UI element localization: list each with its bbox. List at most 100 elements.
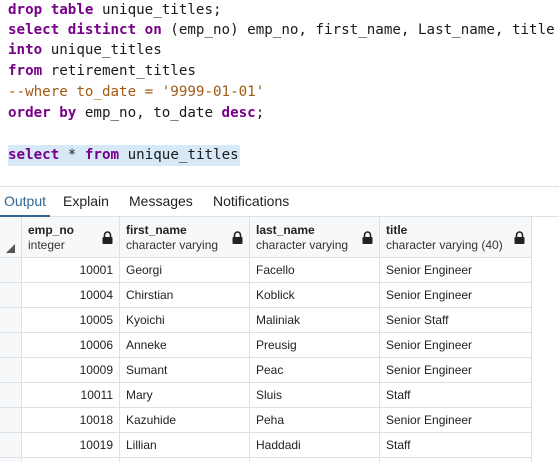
- sql-text: unique_titles: [127, 147, 239, 163]
- sql-text: retirement_titles: [50, 63, 196, 79]
- results-tab-bar: Output Explain Messages Notifications: [0, 186, 559, 217]
- cell-first-name[interactable]: Lillian: [120, 433, 250, 458]
- cell-first-name[interactable]: [120, 458, 250, 462]
- code-line: --where to_date = '9999-01-01': [8, 82, 264, 103]
- cell-title[interactable]: Senior Engineer: [380, 358, 532, 383]
- cell-last-name[interactable]: Peha: [250, 408, 380, 433]
- tab-messages[interactable]: Messages: [129, 187, 193, 217]
- sql-keyword: into: [8, 42, 51, 58]
- column-name: first_name: [126, 223, 187, 237]
- table-row[interactable]: 10018 Kazuhide Peha Senior Engineer: [0, 408, 532, 433]
- column-name: title: [386, 223, 408, 237]
- cell-first-name[interactable]: Mary: [120, 383, 250, 408]
- column-header-first-name[interactable]: first_name character varying: [120, 217, 250, 258]
- cell-last-name[interactable]: Facello: [250, 258, 380, 283]
- table-row[interactable]: 10009 Sumant Peac Senior Engineer: [0, 358, 532, 383]
- cell-first-name[interactable]: Sumant: [120, 358, 250, 383]
- tab-explain[interactable]: Explain: [63, 187, 109, 217]
- cell-title[interactable]: Senior Engineer: [380, 408, 532, 433]
- cell-emp-no[interactable]: 10018: [22, 408, 120, 433]
- code-line: drop table unique_titles;: [8, 0, 222, 21]
- sql-keyword: drop table: [8, 2, 102, 18]
- sql-text: unique_titles;: [101, 2, 222, 18]
- sql-text: *: [67, 147, 85, 163]
- selected-code-line: select * from unique_titles: [8, 145, 240, 166]
- column-name: last_name: [256, 223, 315, 237]
- cell-emp-no[interactable]: [22, 458, 120, 462]
- cell-last-name[interactable]: Haddadi: [250, 433, 380, 458]
- row-header[interactable]: [0, 308, 22, 333]
- column-type: character varying: [126, 238, 219, 252]
- table-row[interactable]: 10006 Anneke Preusig Senior Engineer: [0, 333, 532, 358]
- sql-editor[interactable]: drop table unique_titles; select distinct…: [0, 0, 559, 186]
- sql-text: unique_titles: [50, 42, 162, 58]
- sql-keyword: from: [84, 147, 128, 163]
- cell-title[interactable]: Senior Staff: [380, 308, 532, 333]
- cell-emp-no[interactable]: 10001: [22, 258, 120, 283]
- row-header[interactable]: [0, 433, 22, 458]
- tab-notifications[interactable]: Notifications: [213, 187, 289, 217]
- sql-text: ;: [255, 105, 265, 121]
- sql-text: (emp_no) emp_no, first_name, Last_name, …: [161, 22, 555, 38]
- corner-triangle-icon: [6, 244, 15, 253]
- sql-comment: --where to_date = '9999-01-01': [8, 84, 265, 100]
- code-line: from retirement_titles: [8, 61, 196, 82]
- cell-last-name[interactable]: Preusig: [250, 333, 380, 358]
- column-type: integer: [28, 238, 65, 252]
- column-header-title[interactable]: title character varying (40): [380, 217, 532, 258]
- column-header-emp-no[interactable]: emp_no integer: [22, 217, 120, 258]
- column-type: character varying (40): [386, 238, 503, 252]
- table-row[interactable]: 10019 Lillian Haddadi Staff: [0, 433, 532, 458]
- table-row[interactable]: 10001 Georgi Facello Senior Engineer: [0, 258, 532, 283]
- cell-title[interactable]: Staff: [380, 383, 532, 408]
- cell-title[interactable]: Senior Engineer: [380, 258, 532, 283]
- sql-keyword: desc: [221, 105, 256, 121]
- cell-emp-no[interactable]: 10011: [22, 383, 120, 408]
- row-header[interactable]: [0, 283, 22, 308]
- code-line: into unique_titles: [8, 40, 162, 61]
- cell-emp-no[interactable]: 10019: [22, 433, 120, 458]
- row-header[interactable]: [0, 458, 22, 462]
- cell-first-name[interactable]: Anneke: [120, 333, 250, 358]
- sql-keyword: select distinct on: [8, 22, 162, 38]
- cell-emp-no[interactable]: 10006: [22, 333, 120, 358]
- column-name: emp_no: [28, 223, 75, 237]
- tab-output[interactable]: Output: [0, 187, 50, 217]
- lock-icon: [514, 231, 525, 244]
- cell-emp-no[interactable]: 10009: [22, 358, 120, 383]
- row-header[interactable]: [0, 408, 22, 433]
- column-type: character varying: [256, 238, 349, 252]
- row-header[interactable]: [0, 333, 22, 358]
- cell-emp-no[interactable]: 10004: [22, 283, 120, 308]
- table-row[interactable]: [0, 458, 532, 462]
- row-header[interactable]: [0, 258, 22, 283]
- select-all-corner[interactable]: [0, 217, 22, 258]
- cell-first-name[interactable]: Kazuhide: [120, 408, 250, 433]
- lock-icon: [362, 231, 373, 244]
- cell-last-name[interactable]: Koblick: [250, 283, 380, 308]
- table-row[interactable]: 10011 Mary Sluis Staff: [0, 383, 532, 408]
- sql-keyword: order by: [8, 105, 85, 121]
- row-header[interactable]: [0, 383, 22, 408]
- cell-last-name[interactable]: [250, 458, 380, 462]
- cell-title[interactable]: Senior Engineer: [380, 333, 532, 358]
- cell-title[interactable]: Senior Engineer: [380, 283, 532, 308]
- sql-keyword: from: [8, 63, 51, 79]
- code-line: order by emp_no, to_date desc;: [8, 103, 264, 124]
- cell-first-name[interactable]: Chirstian: [120, 283, 250, 308]
- cell-first-name[interactable]: Kyoichi: [120, 308, 250, 333]
- cell-emp-no[interactable]: 10005: [22, 308, 120, 333]
- row-header[interactable]: [0, 358, 22, 383]
- cell-last-name[interactable]: Maliniak: [250, 308, 380, 333]
- table-row[interactable]: 10005 Kyoichi Maliniak Senior Staff: [0, 308, 532, 333]
- column-header-last-name[interactable]: last_name character varying: [250, 217, 380, 258]
- cell-first-name[interactable]: Georgi: [120, 258, 250, 283]
- sql-keyword: select: [8, 147, 68, 163]
- results-grid: emp_no integer first_name character vary…: [0, 217, 559, 462]
- table-row[interactable]: 10004 Chirstian Koblick Senior Engineer: [0, 283, 532, 308]
- cell-title[interactable]: Staff: [380, 433, 532, 458]
- lock-icon: [232, 231, 243, 244]
- cell-last-name[interactable]: Sluis: [250, 383, 380, 408]
- cell-last-name[interactable]: Peac: [250, 358, 380, 383]
- cell-title[interactable]: [380, 458, 532, 462]
